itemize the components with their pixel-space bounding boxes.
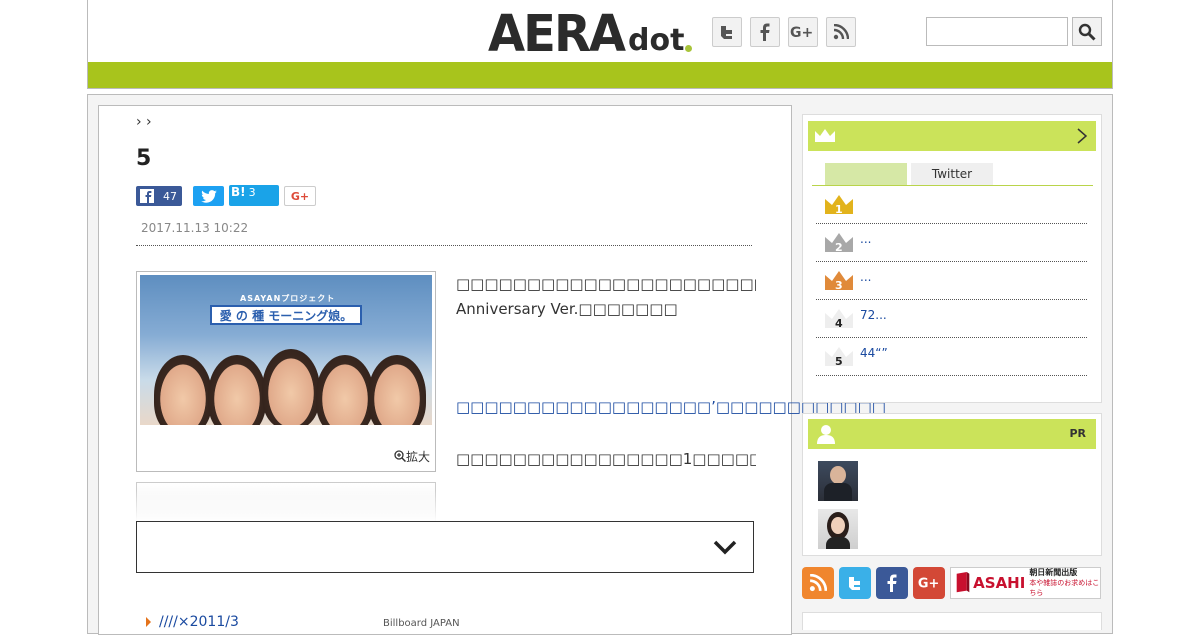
google-plus-button[interactable]: G+ [913,567,945,599]
rank-number: 5 [835,355,843,368]
twitter-button[interactable] [839,567,871,599]
read-more-fade [99,490,791,522]
rss-icon[interactable] [826,17,856,47]
site-logo[interactable]: AERA dot [488,4,693,64]
read-more-button[interactable] [136,521,754,573]
photo-person [316,355,374,425]
facebook-icon [887,574,897,592]
book-icon [956,572,970,593]
photo-person [154,355,212,425]
asahi-line2: 本や雑誌のお求めはこちら [1029,579,1100,597]
logo-main: AERA [488,4,626,64]
ranking-item[interactable] [816,186,1087,224]
photo-person [208,355,266,425]
article-title: 5 [136,146,152,171]
asahi-brand: ASAHI [973,574,1026,592]
article-photo[interactable]: ASAYANプロジェクト 愛 の 種 モーニング娘。 [140,275,432,425]
asahi-publishing-banner[interactable]: ASAHI 朝日新聞出版 本や雑誌のお求めはこちら [950,567,1101,599]
avatar-face [830,466,846,484]
search-button[interactable] [1072,17,1102,46]
rank-number: 2 [835,241,843,254]
rank-number: 4 [835,317,843,330]
zoom-link[interactable]: 拡大 [394,448,430,465]
rank-number: 3 [835,279,843,292]
svg-text:G+: G+ [790,25,813,40]
person-icon [817,425,835,444]
chevron-down-icon[interactable] [710,532,740,566]
avatar-face [831,517,845,534]
pr-label: PR [1069,427,1086,440]
avatar[interactable] [818,509,858,549]
ranking-item[interactable] [816,262,1087,300]
facebook-icon [140,189,154,203]
rss-icon [809,574,827,592]
twitter-icon [201,189,217,203]
facebook-button[interactable] [876,567,908,599]
article-paragraph: □□□□□□□□□□□□□□□□□□□□□□□□□□□□□□□□20□□□□11… [456,275,756,318]
facebook-share-count: 47 [163,189,177,203]
global-nav-bar [88,62,1112,88]
people-header: PR [808,419,1096,449]
hatena-label: B! [231,185,246,199]
logo-sub: dot [628,23,685,58]
rank-4-crown-icon: 4 [825,309,853,330]
related-article-link[interactable]: ////×2011/3 [159,614,239,630]
twitter-icon[interactable] [712,17,742,47]
ranking-item[interactable] [816,224,1087,262]
google-plus-icon: G+ [290,189,310,203]
ranking-item[interactable] [816,338,1087,376]
crown-icon [815,129,835,142]
publish-date: 2017.11.13 10:22 [141,221,249,235]
next-panel [802,612,1102,630]
photo-person [368,355,426,425]
photo-person [262,349,320,425]
tab-ranking-access[interactable] [825,163,907,185]
rank-3-crown-icon: 3 [825,271,853,292]
zoom-label: 拡大 [406,450,431,464]
hatena-bookmark-button[interactable]: B! 3 [229,185,279,206]
twitter-share-button[interactable] [193,186,224,206]
rss-button[interactable] [802,567,834,599]
ranking-item-title[interactable]: 44“” [860,346,888,360]
chevron-right-icon[interactable] [1076,127,1088,145]
related-article-source: Billboard JAPAN [383,618,460,629]
search-icon [1078,23,1096,41]
rank-2-crown-icon: 2 [825,233,853,254]
ranking-item-title[interactable]: ... [860,232,871,246]
ranking-header[interactable] [808,121,1096,151]
svg-text:G+: G+ [918,577,939,591]
breadcrumb[interactable]: › › [136,114,152,130]
twitter-icon [849,577,860,590]
facebook-share-button[interactable]: 47 [136,186,182,206]
zoom-icon [394,450,407,463]
ranking-item[interactable] [816,300,1087,338]
ranking-item-title[interactable]: 72... [860,308,887,322]
facebook-icon[interactable] [750,17,780,47]
search-input[interactable] [926,17,1068,46]
triangle-bullet-icon [146,617,151,627]
logo-dot-mark [685,45,693,52]
rank-number: 1 [835,203,843,216]
rank-1-crown-icon: 1 [825,195,853,216]
rank-5-crown-icon: 5 [825,347,853,368]
asahi-line1: 朝日新聞出版 [1029,568,1078,577]
google-plus-icon[interactable]: G+ [788,17,818,47]
avatar-body [824,483,852,501]
site-header: AERA dot G+ [87,0,1113,89]
photo-subtitle: ASAYANプロジェクト [240,294,336,303]
google-plus-share-button[interactable]: G+ [284,186,316,206]
avatar-body [826,537,850,549]
tab-ranking-twitter[interactable]: Twitter [911,163,993,185]
photo-banner: 愛 の 種 モーニング娘。 [210,305,362,325]
google-plus-icon: G+ [918,577,939,591]
divider [136,245,752,246]
article-photo-frame[interactable]: ASAYANプロジェクト 愛 の 種 モーニング娘。 [136,271,436,472]
hatena-count: 3 [248,186,256,199]
ranking-item-title[interactable]: ... [860,270,871,284]
avatar[interactable] [818,461,858,501]
